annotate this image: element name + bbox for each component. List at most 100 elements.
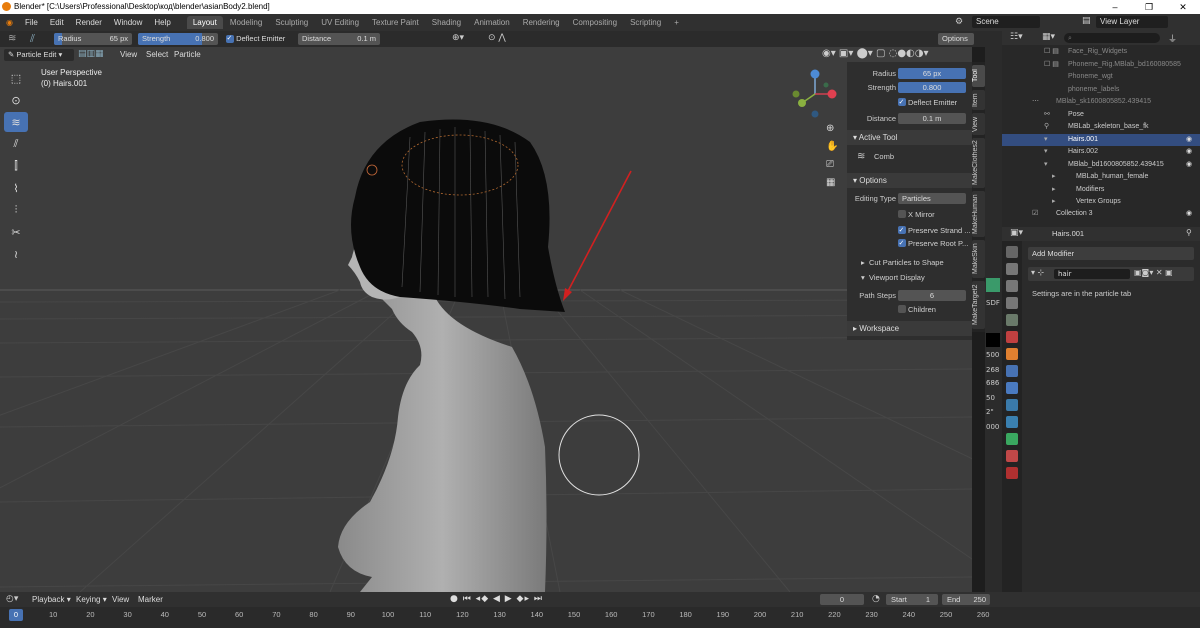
- funnel-icon[interactable]: ⏚: [1168, 32, 1177, 45]
- visibility-eye-icon[interactable]: ◉: [1186, 208, 1192, 221]
- visibility-eye-icon[interactable]: ◉: [1186, 146, 1192, 159]
- start-frame-field[interactable]: Start 1: [886, 594, 938, 605]
- preserve-strand-option[interactable]: Preserve Strand ...: [847, 224, 972, 237]
- menu-window[interactable]: Window: [108, 18, 148, 27]
- tab-texture-paint[interactable]: Texture Paint: [366, 16, 425, 29]
- modifier-name-input[interactable]: hair: [1054, 269, 1130, 279]
- viewport-shading-icons[interactable]: ◉▾ ▣▾ ⬤▾ ▢ ◌●◐◑▾: [822, 48, 929, 59]
- menu-file[interactable]: File: [19, 18, 44, 27]
- distance-field[interactable]: 0.1 m: [898, 113, 966, 124]
- snap-icon[interactable]: ⊕▾: [452, 33, 464, 43]
- view-layer-props-icon[interactable]: [1006, 297, 1018, 309]
- outliner-row[interactable]: ▾ MBlab_bd1600805852.439415 ◉: [1002, 159, 1200, 172]
- deflect-emitter-checkbox[interactable]: Deflect Emitter: [222, 33, 294, 45]
- outliner-row[interactable]: ☐ ▤ Phoneme_Rig.MBlab_bd160080585: [1002, 59, 1200, 72]
- outliner-row[interactable]: ▸ Vertex Groups: [1002, 196, 1200, 209]
- add-brush-icon[interactable]: ⫿: [4, 156, 28, 176]
- workspace-section[interactable]: ▸ Workspace: [847, 321, 972, 336]
- texture-props-icon[interactable]: [1006, 467, 1018, 479]
- editing-type-dropdown[interactable]: Particles: [898, 193, 966, 204]
- x-mirror-option[interactable]: X Mirror: [847, 208, 972, 221]
- weight-brush-icon[interactable]: ≀: [4, 244, 28, 264]
- output-props-icon[interactable]: [1006, 280, 1018, 292]
- playback-controls[interactable]: ● ⏮ ◂◆ ◀ ▶ ◆▸ ⏭: [450, 594, 543, 604]
- physics-props-icon[interactable]: [1006, 399, 1018, 411]
- menu-particle[interactable]: Particle: [168, 50, 207, 59]
- tab-animation[interactable]: Animation: [468, 16, 516, 29]
- mode-selector[interactable]: ✎ Particle Edit ▾: [4, 49, 74, 61]
- options-dropdown[interactable]: Options: [938, 33, 974, 45]
- outliner-row[interactable]: ☑ Collection 3 ◉: [1002, 208, 1200, 221]
- cut-brush-icon[interactable]: ✂: [4, 222, 28, 242]
- tab-view[interactable]: View: [972, 113, 985, 135]
- options-section[interactable]: ▾ Options: [847, 173, 972, 188]
- outliner-editor-icon[interactable]: ☷▾: [1010, 32, 1023, 42]
- outliner-row[interactable]: Phoneme_wgt: [1002, 71, 1200, 84]
- path-steps-field[interactable]: 6: [898, 290, 966, 301]
- timeline-editor-icon[interactable]: ◴▾: [6, 594, 18, 604]
- particles-props-icon[interactable]: [1006, 382, 1018, 394]
- constraints-props-icon[interactable]: [1006, 416, 1018, 428]
- add-modifier-button[interactable]: Add Modifier: [1028, 247, 1194, 260]
- outliner-search-input[interactable]: ⌕: [1064, 33, 1160, 43]
- outliner-row[interactable]: ▾ Hairs.001 ◉: [1002, 133, 1200, 147]
- outliner-row[interactable]: ☐ ▤ Face_Rig_Widgets: [1002, 46, 1200, 59]
- tab-shading[interactable]: Shading: [426, 16, 467, 29]
- select-mode-icons[interactable]: ▤▥▦: [78, 49, 104, 59]
- minimize-button[interactable]: –: [1098, 0, 1132, 14]
- visibility-eye-icon[interactable]: ◉: [1186, 159, 1192, 172]
- deflect-emitter-option[interactable]: Deflect Emitter: [847, 96, 972, 109]
- modifier-panel-header[interactable]: ▾ ⊹ hair ▣◙▾ ✕ ▣: [1028, 267, 1194, 281]
- end-frame-field[interactable]: End 250: [942, 594, 990, 605]
- material-props-icon[interactable]: [1006, 450, 1018, 462]
- tab-compositing[interactable]: Compositing: [567, 16, 623, 29]
- tab-makeclothes2[interactable]: MakeClothes2: [972, 138, 985, 188]
- outliner-row[interactable]: ⋯ MBlab_sk1600805852.439415: [1002, 96, 1200, 109]
- tab-maketarget2[interactable]: MakeTarget2: [972, 281, 985, 329]
- children-option[interactable]: Children: [847, 303, 972, 316]
- active-tool-section[interactable]: ▾ Active Tool: [847, 130, 972, 145]
- proportional-icon[interactable]: ⊙ ⋀: [488, 33, 506, 43]
- radius-slider[interactable]: Radius 65 px: [54, 33, 132, 45]
- outliner-row[interactable]: ▾ Hairs.002 ◉: [1002, 146, 1200, 159]
- outliner-row[interactable]: phoneme_labels: [1002, 84, 1200, 97]
- blender-menu-icon[interactable]: ◉: [0, 18, 19, 27]
- pin-icon[interactable]: ⚲: [1186, 228, 1192, 237]
- 3d-viewport[interactable]: User Perspective (0) Hairs.001 ✎ Particl…: [0, 47, 972, 592]
- current-frame-field[interactable]: 0: [820, 594, 864, 605]
- modifier-props-icon[interactable]: [1006, 365, 1018, 377]
- properties-editor-icon[interactable]: ▣▾: [1010, 228, 1023, 238]
- timeline-view-menu[interactable]: View: [106, 595, 135, 604]
- comb-brush-icon[interactable]: ≋: [4, 112, 28, 132]
- render-props-icon[interactable]: [1006, 263, 1018, 275]
- outliner-row[interactable]: ▸ MBLab_human_female: [1002, 171, 1200, 184]
- preserve-root-option[interactable]: Preserve Root P...: [847, 237, 972, 250]
- outliner-row[interactable]: ⚯ Pose: [1002, 109, 1200, 122]
- outliner-row[interactable]: ⚲ MBLab_skeleton_base_fk: [1002, 121, 1200, 134]
- outliner-row[interactable]: ▸ Modifiers: [1002, 184, 1200, 197]
- world-props-icon[interactable]: [1006, 331, 1018, 343]
- tool-props-icon[interactable]: [1006, 246, 1018, 258]
- zoom-icon[interactable]: ⊕: [826, 123, 834, 134]
- object-props-icon[interactable]: [1006, 348, 1018, 360]
- visibility-eye-icon[interactable]: ◉: [1186, 134, 1192, 147]
- strength-slider[interactable]: Strength 0.800: [138, 33, 218, 45]
- active-tool-comb[interactable]: ≋ Comb: [847, 150, 972, 163]
- camera-icon[interactable]: ⎚: [826, 159, 834, 170]
- tab-tool[interactable]: Tool: [972, 65, 985, 87]
- puff-brush-icon[interactable]: ⫶: [4, 200, 28, 220]
- view-layer-selector[interactable]: View Layer: [1096, 16, 1168, 28]
- radius-field[interactable]: 65 px: [898, 68, 966, 79]
- close-button[interactable]: ✕: [1166, 0, 1200, 14]
- filter-icon[interactable]: ▦▾: [1042, 32, 1055, 42]
- comb-tool-icon[interactable]: ≋: [8, 33, 16, 44]
- tab-makeskin[interactable]: MakeSkin: [972, 240, 985, 278]
- pan-hand-icon[interactable]: ✋: [826, 141, 838, 152]
- viewport-display-subpanel[interactable]: ▾ Viewport Display: [847, 271, 972, 284]
- cut-particles-subpanel[interactable]: ▸ Cut Particles to Shape: [847, 256, 972, 269]
- brush-icon[interactable]: ⫽: [30, 32, 35, 46]
- marker-menu[interactable]: Marker: [132, 595, 169, 604]
- tab-uv-editing[interactable]: UV Editing: [315, 16, 365, 29]
- tab-sculpting[interactable]: Sculpting: [269, 16, 314, 29]
- menu-edit[interactable]: Edit: [44, 18, 70, 27]
